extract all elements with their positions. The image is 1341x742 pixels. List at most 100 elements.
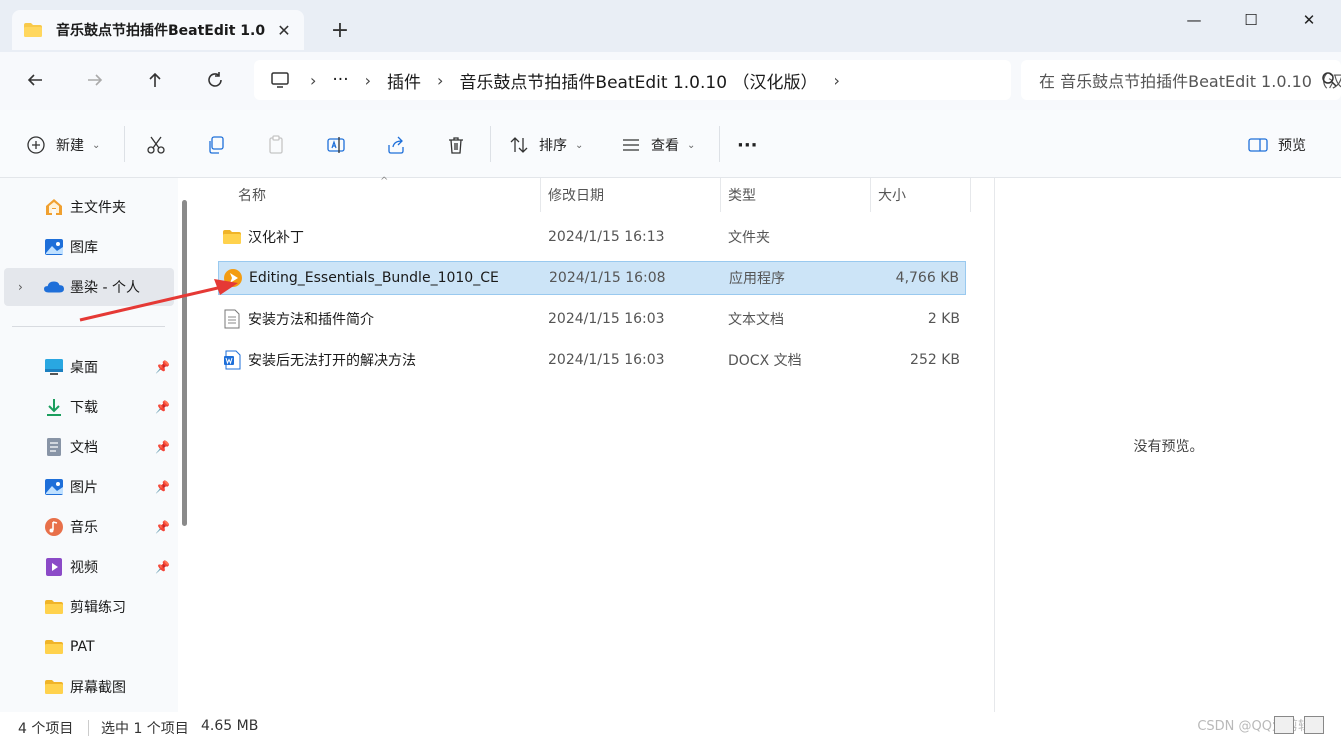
sort-button[interactable]: 排序 ⌄ bbox=[509, 132, 583, 158]
back-button[interactable] bbox=[21, 66, 49, 94]
column-header-date[interactable]: 修改日期 bbox=[548, 178, 604, 212]
rename-icon bbox=[327, 137, 345, 153]
command-bar: 新建 ⌄ 排序 ⌄ 查看 ⌄ ··· 预览 bbox=[0, 110, 1341, 178]
navigation-pane: 主文件夹 图库 › 墨染 - 个人 桌面 📌 下载 📌 文档 📌 图片 📌 音乐… bbox=[0, 178, 178, 712]
sidebar-item-label: 桌面 bbox=[70, 360, 98, 376]
file-row[interactable]: 安装方法和插件简介 2024/1/15 16:03 文本文档 2 KB bbox=[218, 302, 966, 336]
cut-button[interactable] bbox=[146, 132, 166, 158]
column-divider[interactable] bbox=[720, 178, 721, 212]
up-button[interactable] bbox=[141, 66, 169, 94]
file-row[interactable]: 安装后无法打开的解决方法 2024/1/15 16:03 DOCX 文档 252… bbox=[218, 343, 966, 377]
column-divider[interactable] bbox=[540, 178, 541, 212]
scissors-icon bbox=[147, 136, 165, 154]
sidebar-item-folder-pat[interactable]: PAT bbox=[0, 628, 176, 666]
onedrive-icon bbox=[44, 277, 64, 297]
preview-pane-button[interactable]: 预览 bbox=[1248, 132, 1306, 158]
column-header-name[interactable]: 名称 bbox=[238, 178, 266, 212]
column-header-size[interactable]: 大小 bbox=[878, 178, 906, 212]
videos-icon bbox=[44, 557, 64, 577]
app-icon bbox=[223, 268, 243, 288]
sidebar-item-videos[interactable]: 视频 📌 bbox=[0, 548, 176, 586]
status-divider bbox=[88, 720, 89, 736]
file-row[interactable]: 汉化补丁 2024/1/15 16:13 文件夹 bbox=[218, 220, 966, 254]
share-button[interactable] bbox=[386, 132, 406, 158]
view-label: 查看 bbox=[651, 138, 679, 154]
file-date: 2024/1/15 16:08 bbox=[549, 270, 666, 286]
paste-button[interactable] bbox=[266, 132, 286, 158]
breadcrumb-overflow[interactable]: ··· bbox=[324, 70, 356, 90]
file-row-selected[interactable]: Editing_Essentials_Bundle_1010_CE 2024/1… bbox=[218, 261, 966, 295]
pin-icon[interactable]: 📌 bbox=[155, 440, 170, 454]
sidebar-item-pictures[interactable]: 图片 📌 bbox=[0, 468, 176, 506]
chevron-right-icon[interactable]: › bbox=[429, 71, 451, 90]
item-count: 4 个项目 bbox=[18, 721, 74, 737]
file-size: 252 KB bbox=[910, 352, 960, 368]
delete-button[interactable] bbox=[446, 132, 466, 158]
chevron-right-icon[interactable]: › bbox=[302, 71, 324, 90]
view-button[interactable]: 查看 ⌄ bbox=[621, 132, 695, 158]
file-size: 2 KB bbox=[927, 311, 960, 327]
column-header-type[interactable]: 类型 bbox=[728, 178, 756, 212]
sidebar-item-label: 文档 bbox=[70, 440, 98, 456]
pin-icon[interactable]: 📌 bbox=[155, 480, 170, 494]
chevron-right-icon[interactable]: › bbox=[18, 280, 23, 294]
pin-icon[interactable]: 📌 bbox=[155, 520, 170, 534]
sidebar-item-music[interactable]: 音乐 📌 bbox=[0, 508, 176, 546]
sidebar-item-folder-edit-practice[interactable]: 剪辑练习 bbox=[0, 588, 176, 626]
column-divider[interactable] bbox=[870, 178, 871, 212]
breadcrumb-plugins[interactable]: 插件 bbox=[379, 68, 429, 93]
sidebar-item-onedrive[interactable]: › 墨染 - 个人 bbox=[4, 268, 174, 306]
folder-icon bbox=[44, 597, 64, 617]
column-divider[interactable] bbox=[970, 178, 971, 212]
chevron-down-icon: ⌄ bbox=[92, 139, 101, 151]
tiles-view-button[interactable] bbox=[1304, 716, 1324, 734]
tab-close-button[interactable]: ✕ bbox=[274, 20, 294, 40]
rename-button[interactable] bbox=[326, 132, 346, 158]
tab-current-folder[interactable]: 音乐鼓点节拍插件BeatEdit 1.0.10（汉化版） ✕ bbox=[12, 10, 304, 50]
maximize-button[interactable]: ☐ bbox=[1238, 10, 1264, 30]
arrow-right-icon bbox=[88, 74, 103, 86]
new-button[interactable]: 新建 ⌄ bbox=[26, 132, 100, 158]
folder-icon bbox=[222, 227, 242, 247]
pin-icon[interactable]: 📌 bbox=[155, 400, 170, 414]
pin-icon[interactable]: 📌 bbox=[155, 360, 170, 374]
search-placeholder: 在 音乐鼓点节拍插件BeatEdit 1.0.10（汉化版）中搜索 bbox=[1039, 72, 1341, 91]
copy-button[interactable] bbox=[206, 132, 226, 158]
sidebar-item-documents[interactable]: 文档 📌 bbox=[0, 428, 176, 466]
close-window-button[interactable]: ✕ bbox=[1296, 10, 1322, 30]
sidebar-item-home[interactable]: 主文件夹 bbox=[0, 188, 176, 226]
chevron-right-icon[interactable]: › bbox=[357, 71, 379, 90]
sidebar-item-folder-screenshots[interactable]: 屏幕截图 bbox=[0, 668, 176, 706]
search-icon bbox=[1321, 71, 1337, 91]
sidebar-item-label: 图库 bbox=[70, 240, 98, 256]
gallery-icon bbox=[44, 237, 64, 257]
new-tab-button[interactable]: + bbox=[328, 20, 352, 44]
selection-count: 选中 1 个项目 bbox=[101, 721, 189, 737]
trash-icon bbox=[449, 137, 463, 154]
file-name: Editing_Essentials_Bundle_1010_CE bbox=[249, 270, 499, 286]
sidebar-item-desktop[interactable]: 桌面 📌 bbox=[0, 348, 176, 386]
documents-icon bbox=[44, 437, 64, 457]
selection-size: 4.65 MB bbox=[201, 718, 259, 734]
text-file-icon bbox=[222, 309, 242, 329]
pin-icon[interactable]: 📌 bbox=[155, 560, 170, 574]
sort-icon bbox=[510, 137, 528, 153]
details-view-button[interactable] bbox=[1274, 716, 1294, 734]
search-input[interactable]: 在 音乐鼓点节拍插件BeatEdit 1.0.10（汉化版）中搜索 bbox=[1021, 60, 1341, 100]
forward-button[interactable] bbox=[81, 66, 109, 94]
more-options-button[interactable]: ··· bbox=[737, 132, 758, 158]
home-icon bbox=[44, 197, 64, 217]
arrow-left-icon bbox=[27, 74, 42, 86]
sidebar-item-gallery[interactable]: 图库 bbox=[0, 228, 176, 266]
toolbar-divider bbox=[490, 126, 491, 162]
refresh-button[interactable] bbox=[201, 66, 229, 94]
breadcrumb-current[interactable]: 音乐鼓点节拍插件BeatEdit 1.0.10 （汉化版） bbox=[451, 68, 825, 93]
address-bar[interactable]: › ··· › 插件 › 音乐鼓点节拍插件BeatEdit 1.0.10 （汉化… bbox=[254, 60, 1011, 100]
sidebar-item-label: 视频 bbox=[70, 560, 98, 576]
chevron-right-icon[interactable]: › bbox=[825, 71, 847, 90]
status-bar: 4 个项目 选中 1 个项目 4.65 MB CSDN @QQ爱剪辑 bbox=[0, 712, 1341, 742]
sidebar-scrollbar[interactable] bbox=[182, 200, 187, 526]
sidebar-item-downloads[interactable]: 下载 📌 bbox=[0, 388, 176, 426]
computer-icon bbox=[270, 70, 290, 90]
minimize-button[interactable]: — bbox=[1181, 10, 1207, 30]
